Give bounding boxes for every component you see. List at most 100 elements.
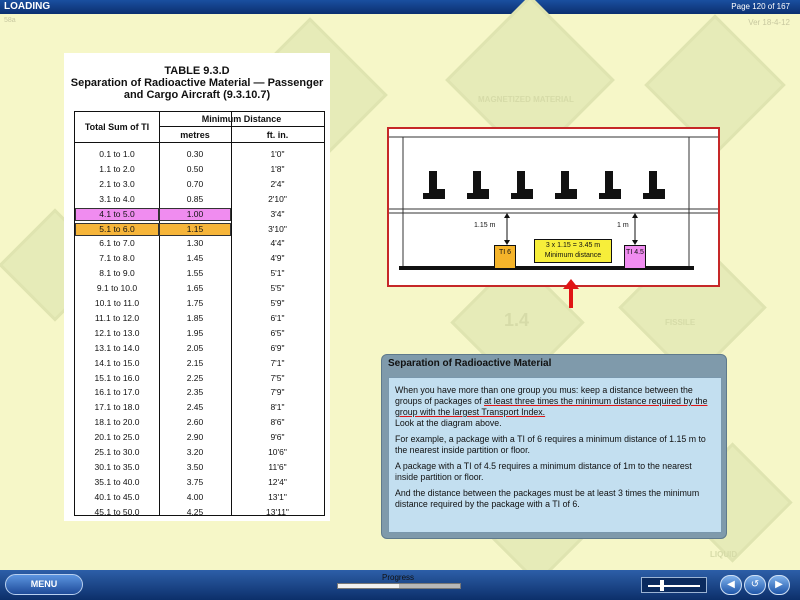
table-row: 1.1 to 2.0 0.50 1'8" (75, 162, 324, 177)
info-paragraph: A package with a TI of 4.5 requires a mi… (395, 461, 692, 482)
version-label: Ver 18-4-12 (748, 18, 790, 27)
table-row: 4.1 to 5.0 1.00 3'4" (75, 207, 324, 222)
cell-metres: 1.45 (186, 253, 204, 264)
table-row: 16.1 to 17.0 2.35 7'9" (75, 385, 324, 400)
column-header-ft-in: ft. in. (266, 130, 289, 140)
cell-metres: 1.95 (186, 327, 204, 338)
cell-ft-in: 12'4" (268, 476, 287, 487)
cell-total-ti: 13.1 to 14.0 (94, 342, 140, 353)
cell-total-ti: 5.1 to 6.0 (75, 222, 159, 236)
minimum-distance-label: Minimum distance (544, 252, 602, 259)
cell-ft-in: 13'11" (266, 506, 289, 517)
distance-label: 1 m (617, 222, 629, 229)
cell-total-ti: 4.1 to 5.0 (75, 207, 159, 221)
table-row: 35.1 to 40.0 3.75 12'4" (75, 475, 324, 490)
cell-metres: 1.75 (186, 298, 204, 308)
cell-metres: 1.30 (186, 238, 204, 249)
info-paragraph: When you have more than one group you mu… (395, 385, 715, 429)
table-title-line: TABLE 9.3.D (164, 65, 230, 77)
table-row: 30.1 to 35.0 3.50 11'6" (75, 460, 324, 475)
table-row: 7.1 to 8.0 1.45 4'9" (75, 251, 324, 266)
next-arrow-icon[interactable]: ▶ (768, 575, 790, 595)
volume-slider[interactable] (641, 577, 707, 593)
cell-ft-in: 3'10" (268, 223, 287, 234)
cell-total-ti: 1.1 to 2.0 (99, 163, 135, 174)
cell-total-ti: 25.1 to 30.0 (94, 447, 140, 457)
cell-ft-in: 6'9" (270, 342, 285, 353)
cell-ft-in: 5'5" (270, 283, 285, 294)
cell-ft-in: 11'6" (268, 461, 287, 472)
separation-table: Total Sum of TI Minimum Distance metres … (74, 111, 325, 517)
background-word: 1.4 (504, 310, 530, 330)
cell-total-ti: 6.1 to 7.0 (99, 238, 135, 249)
cell-ft-in: 5'9" (270, 298, 285, 308)
cell-total-ti: 15.1 to 16.0 (94, 372, 140, 383)
prev-arrow-icon[interactable]: ◀ (720, 575, 742, 595)
cell-metres: 3.75 (186, 476, 204, 487)
cell-ft-in: 7'9" (270, 387, 285, 398)
table-row: 6.1 to 7.0 1.30 4'4" (75, 236, 324, 251)
progress-bar (337, 583, 461, 589)
table-row: 13.1 to 14.0 2.05 6'9" (75, 341, 324, 356)
cell-ft-in: 4'4" (270, 238, 285, 249)
table-row: 8.1 to 9.0 1.55 5'1" (75, 266, 324, 281)
table-row: 10.1 to 11.0 1.75 5'9" (75, 296, 324, 311)
cell-total-ti: 12.1 to 13.0 (94, 327, 140, 338)
table-row: 14.1 to 15.0 2.15 7'1" (75, 356, 324, 371)
red-arrow-stem (569, 288, 573, 308)
cell-total-ti: 17.1 to 18.0 (94, 402, 140, 413)
table-divider (159, 126, 324, 127)
cell-metres: 0.50 (186, 163, 204, 174)
background-word: LIQUID (710, 550, 738, 559)
cell-total-ti: 35.1 to 40.0 (94, 476, 140, 487)
cell-ft-in: 3'4" (270, 208, 285, 219)
table-row: 5.1 to 6.0 1.15 3'10" (75, 222, 324, 237)
column-header-metres: metres (180, 130, 210, 140)
info-title: Separation of Radioactive Material (388, 358, 552, 369)
cell-metres: 2.25 (186, 372, 204, 383)
cell-metres: 0.70 (186, 178, 204, 189)
package-ti-6: TI 6 (494, 245, 516, 269)
cell-ft-in: 7'1" (270, 357, 285, 368)
aircraft-hold-diagram: 1.15 m 1 m TI 6 TI 4.5 3 x 1.15 = 3.45 m… (387, 127, 720, 287)
cell-total-ti: 3.1 to 4.0 (99, 193, 135, 204)
distance-label: 1.15 m (474, 222, 496, 229)
cell-ft-in: 9'6" (270, 432, 285, 443)
cell-ft-in: 2'10" (268, 193, 287, 204)
info-box: Separation of Radioactive Material When … (381, 354, 727, 539)
progress-label: Progress (382, 573, 415, 582)
volume-knob[interactable] (660, 580, 664, 591)
cell-total-ti: 2.1 to 3.0 (99, 178, 135, 189)
progress-fill (338, 584, 399, 588)
table-row: 45.1 to 50.0 4.25 13'11" (75, 505, 324, 520)
cell-ft-in: 1'0" (270, 149, 285, 159)
table-row: 18.1 to 20.0 2.60 8'6" (75, 415, 324, 430)
cell-ft-in: 10'6" (268, 447, 287, 457)
column-header-ti: Total Sum of TI (84, 122, 150, 132)
info-paragraph: And the distance between the packages mu… (395, 488, 700, 509)
table-title-line: Separation of Radioactive Material — Pas… (70, 77, 324, 89)
menu-button[interactable]: MENU (5, 574, 83, 595)
info-paragraph: For example, a package with a TI of 6 re… (395, 434, 706, 455)
table-divider (75, 142, 324, 143)
cell-metres: 4.25 (186, 506, 204, 517)
separation-table-panel: TABLE 9.3.D Separation of Radioactive Ma… (64, 53, 330, 521)
cell-metres: 2.05 (186, 342, 204, 353)
table-row: 12.1 to 13.0 1.95 6'5" (75, 326, 324, 341)
undo-icon[interactable]: ↺ (744, 575, 766, 595)
cell-metres: 1.85 (186, 312, 204, 323)
cell-ft-in: 8'1" (270, 402, 285, 413)
app-title: LOADING (4, 1, 51, 12)
cell-ft-in: 6'5" (270, 327, 285, 338)
cell-total-ti: 10.1 to 11.0 (94, 298, 140, 308)
cell-ft-in: 13'1" (268, 491, 287, 502)
column-header-minimum-distance: Minimum Distance (201, 114, 282, 124)
cell-total-ti: 9.1 to 10.0 (96, 283, 138, 294)
volume-track (648, 585, 700, 587)
cell-total-ti: 7.1 to 8.0 (99, 253, 135, 264)
cell-metres: 2.45 (186, 402, 204, 413)
title-bar: LOADING Page 120 of 167 (0, 0, 800, 14)
cell-metres: 0.85 (186, 193, 204, 204)
table-row: 40.1 to 45.0 4.00 13'1" (75, 490, 324, 505)
cell-total-ti: 40.1 to 45.0 (94, 491, 140, 502)
